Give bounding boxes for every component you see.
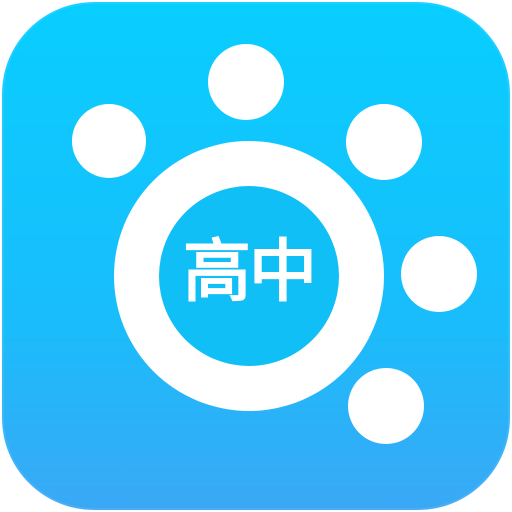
circle-dot-icon [72,104,146,178]
icon-canvas: 高中 [0,0,512,512]
circle-dot-icon [346,104,422,180]
app-icon: 高中 [2,2,510,510]
ring-icon: 高中 [114,141,384,411]
badge-label: 高中 [182,233,317,312]
circle-dot-icon [401,236,477,312]
circle-dot-icon [348,368,424,444]
circle-dot-icon [208,44,284,120]
center-badge: 高中 [159,186,339,366]
